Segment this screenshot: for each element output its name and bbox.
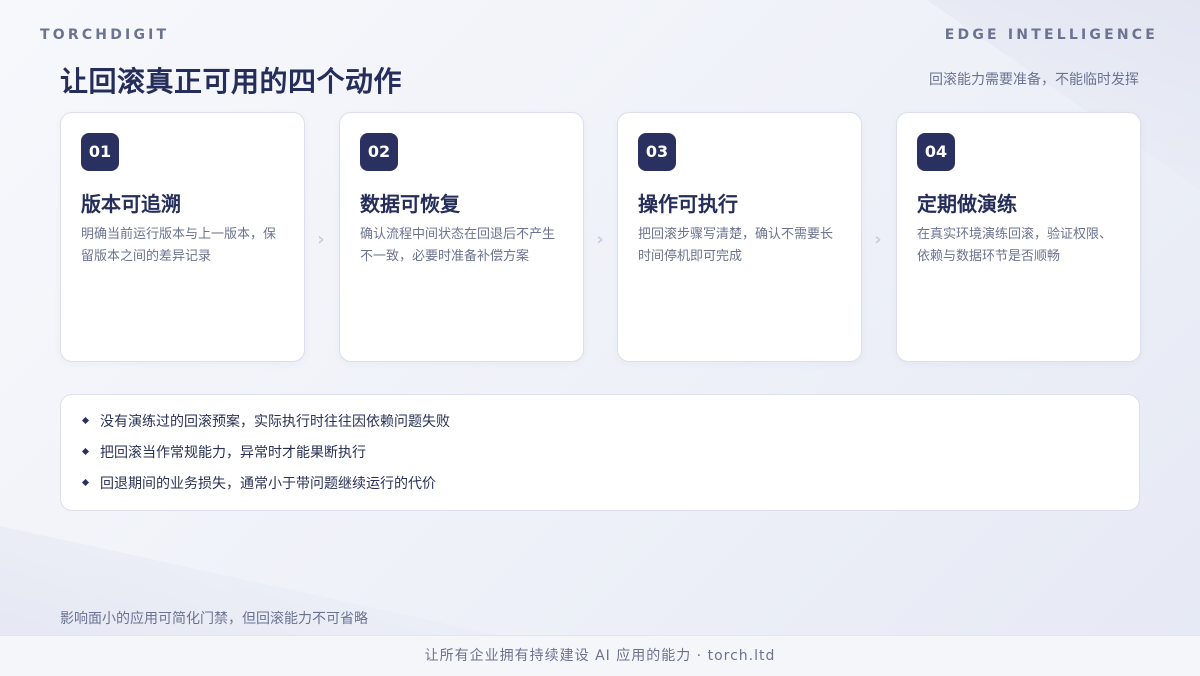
note-item: 把回滚当作常规能力，异常时才能果断执行 — [81, 443, 366, 463]
card-description: 在真实环境演练回滚，验证权限、依赖与数据环节是否顺畅 — [917, 227, 1113, 264]
card-description: 明确当前运行版本与上一版本，保留版本之间的差异记录 — [81, 227, 277, 264]
note-text: 回退期间的业务损失，通常小于带问题继续运行的代价 — [100, 476, 436, 492]
step-number-badge: 02 — [360, 133, 398, 171]
card-title: 定期做演练 — [917, 192, 1017, 216]
note-item: 没有演练过的回滚预案，实际执行时往往因依赖问题失败 — [81, 412, 450, 432]
step-number-badge: 04 — [917, 133, 955, 171]
brand-tagline: EDGE INTELLIGENCE — [944, 27, 1158, 43]
card-title: 版本可追溯 — [81, 192, 181, 216]
note-text: 把回滚当作常规能力，异常时才能果断执行 — [100, 445, 366, 461]
chevron-right-icon: › — [874, 229, 882, 250]
notes-panel: 没有演练过的回滚预案，实际执行时往往因依赖问题失败 把回滚当作常规能力，异常时才… — [60, 394, 1140, 511]
footnote: 影响面小的应用可简化门禁，但回滚能力不可省略 — [60, 611, 368, 627]
diamond-bullet-icon — [81, 478, 90, 486]
action-cards: 01 版本可追溯 明确当前运行版本与上一版本，保留版本之间的差异记录 › 02 … — [60, 112, 1141, 362]
chevron-right-icon: › — [317, 229, 325, 250]
step-number-badge: 01 — [81, 133, 119, 171]
brand-logo-text: TORCHDIGIT — [40, 27, 170, 43]
action-card-3: 03 操作可执行 把回滚步骤写清楚，确认不需要长时间停机即可完成 — [617, 112, 862, 362]
step-number-badge: 03 — [638, 133, 676, 171]
chevron-right-icon: › — [596, 229, 604, 250]
diamond-bullet-icon — [81, 416, 90, 424]
note-item: 回退期间的业务损失，通常小于带问题继续运行的代价 — [81, 474, 436, 494]
footer-bar: 让所有企业拥有持续建设 AI 应用的能力 · torch.ltd — [0, 635, 1200, 676]
note-text: 没有演练过的回滚预案，实际执行时往往因依赖问题失败 — [100, 414, 450, 430]
card-title: 操作可执行 — [638, 192, 738, 216]
footer-text: 让所有企业拥有持续建设 AI 应用的能力 · torch.ltd — [424, 648, 776, 664]
page-title: 让回滚真正可用的四个动作 — [60, 65, 403, 98]
action-card-1: 01 版本可追溯 明确当前运行版本与上一版本，保留版本之间的差异记录 — [60, 112, 305, 362]
page-subtitle: 回滚能力需要准备，不能临时发挥 — [929, 72, 1139, 88]
diamond-bullet-icon — [81, 447, 90, 455]
card-title: 数据可恢复 — [360, 192, 460, 216]
card-description: 把回滚步骤写清楚，确认不需要长时间停机即可完成 — [638, 227, 834, 264]
action-card-4: 04 定期做演练 在真实环境演练回滚，验证权限、依赖与数据环节是否顺畅 — [896, 112, 1141, 362]
card-description: 确认流程中间状态在回退后不产生不一致，必要时准备补偿方案 — [360, 227, 556, 264]
action-card-2: 02 数据可恢复 确认流程中间状态在回退后不产生不一致，必要时准备补偿方案 — [339, 112, 584, 362]
